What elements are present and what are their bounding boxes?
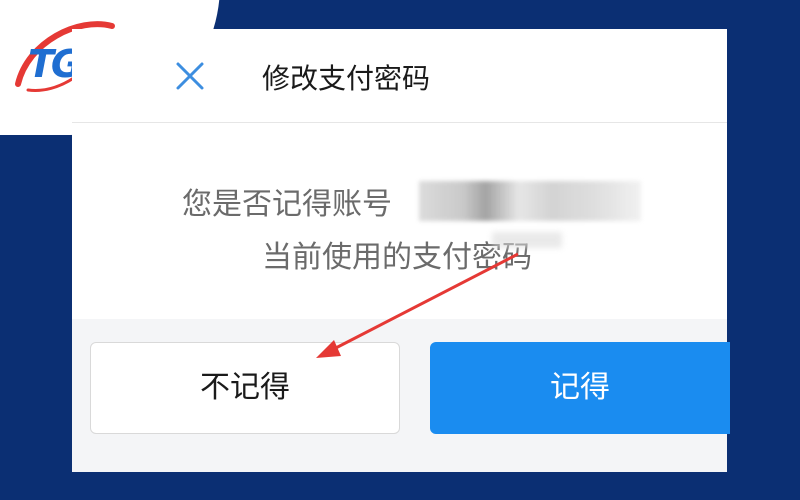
not-remember-button[interactable]: 不记得 bbox=[90, 342, 400, 434]
dialog-panel: 修改支付密码 您是否记得账号 当前使用的支付密码 不记得 记得 bbox=[72, 29, 730, 472]
dialog-header: 修改支付密码 bbox=[72, 29, 727, 123]
close-button[interactable] bbox=[173, 59, 207, 93]
remember-button[interactable]: 记得 bbox=[430, 342, 730, 434]
blurred-account bbox=[419, 181, 641, 221]
blurred-overlay bbox=[492, 232, 562, 248]
message-line-1: 您是否记得账号 bbox=[182, 187, 392, 222]
dialog-title: 修改支付密码 bbox=[262, 62, 431, 95]
close-icon bbox=[176, 62, 204, 90]
